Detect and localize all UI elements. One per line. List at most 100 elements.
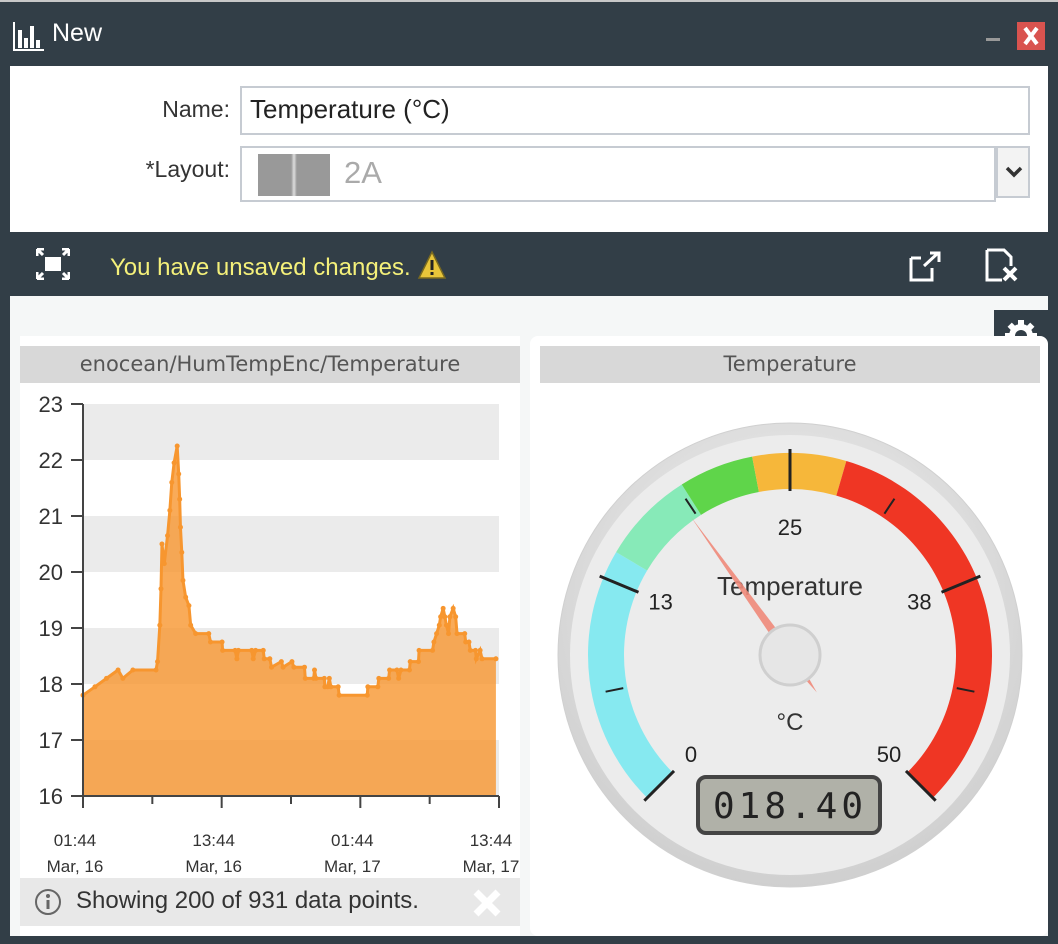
y-tick-label: 23 <box>39 392 63 417</box>
data-point <box>454 631 460 637</box>
data-point <box>103 675 109 681</box>
layout-dropdown-button[interactable] <box>996 146 1030 198</box>
data-point <box>167 507 173 513</box>
x-tick-label-date: Mar, 17 <box>324 857 381 876</box>
data-point <box>130 667 136 673</box>
y-tick-label: 20 <box>39 560 63 585</box>
data-point <box>436 622 442 628</box>
close-icon[interactable] <box>1017 22 1045 50</box>
data-point <box>234 656 240 662</box>
data-point <box>206 631 212 637</box>
data-point <box>174 443 180 449</box>
unsaved-changes-notice: You have unsaved changes. <box>110 250 447 282</box>
area-fill <box>83 446 496 796</box>
data-point <box>269 664 275 670</box>
export-icon[interactable] <box>908 250 942 282</box>
data-point <box>92 684 98 690</box>
data-point <box>466 639 472 645</box>
data-point <box>183 594 189 600</box>
data-point <box>260 647 266 653</box>
fullscreen-icon[interactable] <box>36 248 70 280</box>
x-tick-label-time: 13:44 <box>470 831 513 850</box>
gauge-unit: °C <box>777 709 804 736</box>
data-point <box>376 675 382 681</box>
data-point <box>278 659 284 665</box>
data-point <box>177 496 183 502</box>
data-point <box>446 631 452 637</box>
y-tick-label: 22 <box>39 448 63 473</box>
minimize-icon[interactable] <box>986 38 1000 41</box>
data-point <box>443 622 449 628</box>
x-tick-label-time: 13:44 <box>192 831 235 850</box>
gauge-needle-cap <box>758 623 822 687</box>
layout-value: 2A <box>344 155 382 190</box>
data-point <box>321 675 327 681</box>
data-point <box>280 664 286 670</box>
data-point <box>193 631 199 637</box>
data-point <box>177 524 183 530</box>
data-point <box>447 614 453 620</box>
chart-widget-title: enocean/HumTempEnc/Temperature <box>20 346 520 383</box>
x-tick-label-time: 01:44 <box>54 831 97 850</box>
y-tick-label: 21 <box>39 504 63 529</box>
data-point <box>158 586 164 592</box>
data-point <box>386 675 392 681</box>
two-column-layout-icon <box>258 154 330 196</box>
data-point <box>235 647 241 653</box>
data-point <box>415 659 421 665</box>
chevron-down-icon <box>1005 166 1023 178</box>
gear-tooth <box>1018 320 1024 328</box>
data-point <box>311 667 317 673</box>
layout-select[interactable]: 2A <box>240 146 996 202</box>
data-point <box>155 659 161 665</box>
data-point <box>364 692 370 698</box>
data-point <box>313 675 319 681</box>
data-point <box>453 614 459 620</box>
gauge-scale-label: 50 <box>877 742 901 767</box>
data-point <box>398 667 404 673</box>
data-point <box>328 684 334 690</box>
data-point <box>219 639 225 645</box>
data-point <box>180 577 186 583</box>
data-point <box>220 647 226 653</box>
gauge-widget-title: Temperature <box>540 346 1040 383</box>
data-point <box>153 667 159 673</box>
data-point <box>301 664 307 670</box>
data-point <box>336 692 342 698</box>
gauge-scale-label: 38 <box>907 589 931 614</box>
layout-label: *Layout: <box>145 156 230 182</box>
data-point <box>477 647 483 653</box>
title-bar: New <box>0 0 1058 66</box>
data-point <box>115 667 121 673</box>
y-tick-label: 18 <box>39 672 63 697</box>
data-point <box>157 622 163 628</box>
data-point <box>171 460 177 466</box>
x-tick-label-date: Mar, 17 <box>463 857 520 876</box>
gauge-digital-value: 018.40 <box>713 786 867 827</box>
data-point <box>406 667 412 673</box>
info-icon <box>35 889 61 915</box>
data-point <box>188 622 194 628</box>
data-point <box>396 675 402 681</box>
data-point <box>467 647 473 653</box>
name-input[interactable]: Temperature (°C) <box>240 86 1030 135</box>
grid-band <box>83 404 499 460</box>
x-tick-label-date: Mar, 16 <box>185 857 242 876</box>
gauge-band <box>752 453 847 496</box>
form-panel: Name: Temperature (°C) *Layout: 2A <box>10 66 1048 232</box>
data-point <box>289 659 295 665</box>
data-point <box>291 664 297 670</box>
data-point <box>387 667 393 673</box>
close-icon[interactable] <box>472 888 502 918</box>
data-point <box>434 631 440 637</box>
data-point <box>159 541 165 547</box>
temperature-chart[interactable]: 16 17 18 19 20 21 22 23 01:44 Mar, 16 13:44 Mar, 16… <box>20 384 520 878</box>
data-point <box>365 684 371 690</box>
data-point <box>165 533 171 539</box>
y-tick-label: 17 <box>39 728 63 753</box>
data-point <box>462 631 468 637</box>
data-point <box>407 659 413 665</box>
data-point <box>169 479 175 485</box>
info-bar: Showing 200 of 931 data points. <box>20 878 520 926</box>
discard-file-icon[interactable] <box>984 248 1020 282</box>
